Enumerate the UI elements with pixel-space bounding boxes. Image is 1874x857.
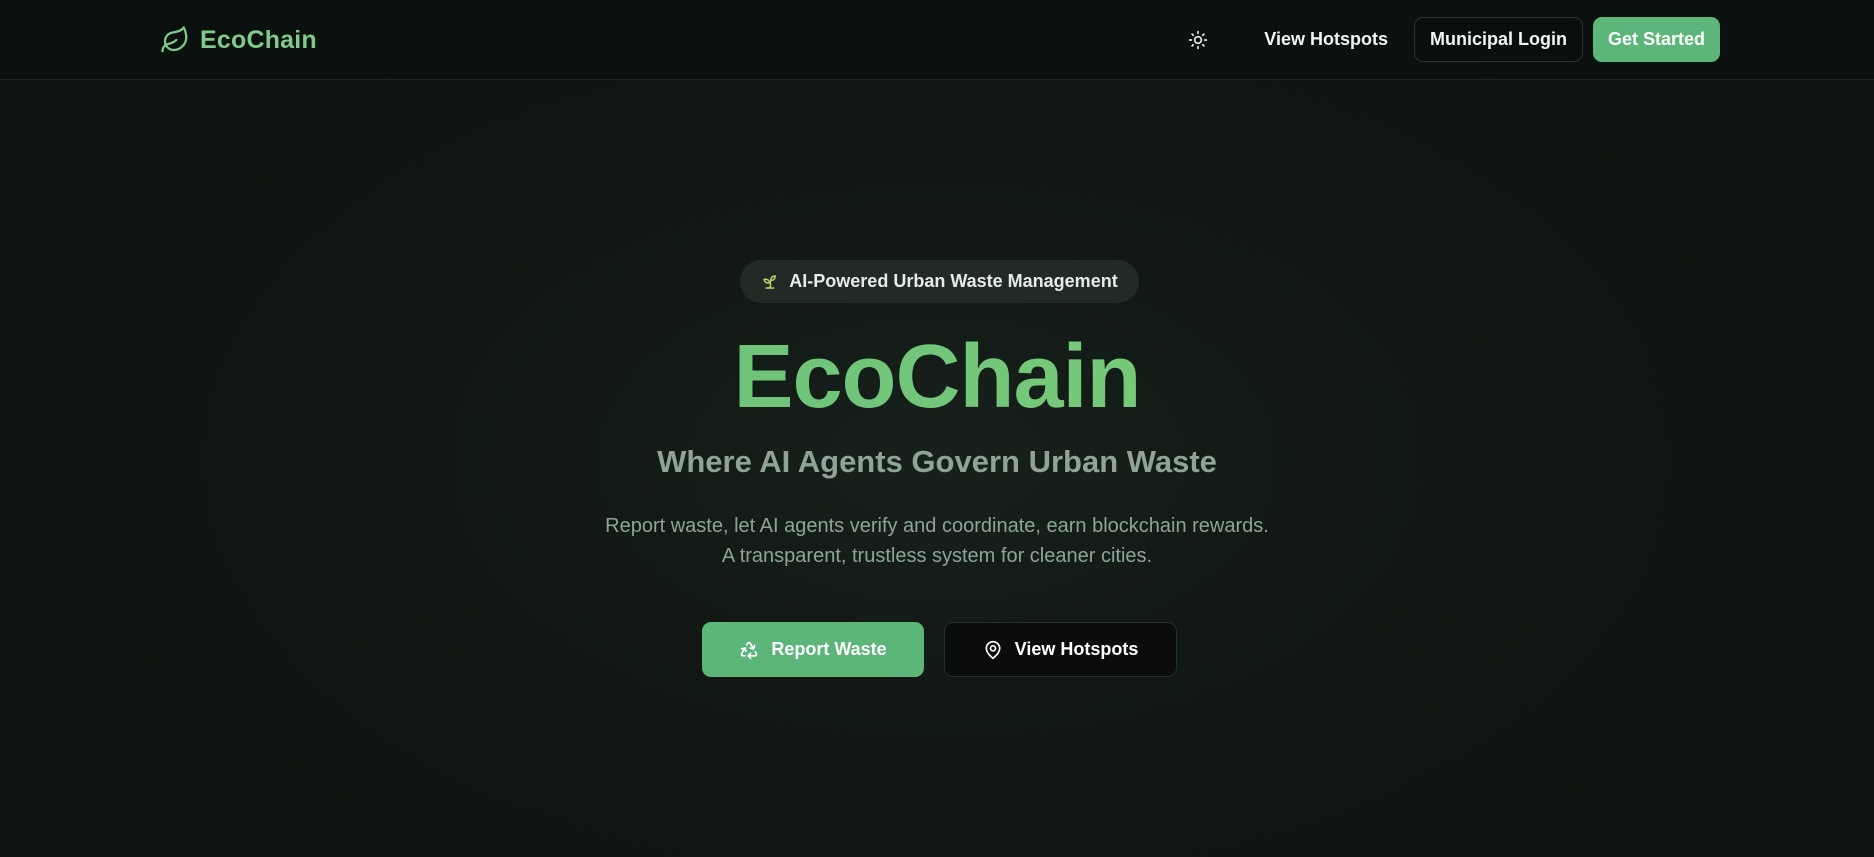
- report-waste-label: Report Waste: [771, 639, 887, 659]
- sprout-icon: [763, 274, 777, 289]
- leaf-icon: [161, 26, 188, 53]
- hero-actions: Report Waste View Hotspots: [702, 622, 1177, 677]
- landing-page: EcoChain View Hotspots Municipal Login G…: [0, 0, 1874, 857]
- municipal-login-button[interactable]: Municipal Login: [1413, 17, 1583, 62]
- hero-title: EcoChain: [0, 325, 1874, 430]
- brand-name: EcoChain: [200, 25, 317, 54]
- hero-description-line-2: A transparent, trustless system for clea…: [721, 545, 1153, 567]
- hero-description: Report waste, let AI agents verify and c…: [0, 511, 1874, 571]
- top-navbar: EcoChain View Hotspots Municipal Login G…: [0, 0, 1874, 80]
- hero-badge-text: AI-Powered Urban Waste Management: [789, 271, 1118, 291]
- nav-view-hotspots-link[interactable]: View Hotspots: [1248, 17, 1404, 62]
- nav-actions: View Hotspots Municipal Login Get Starte…: [1178, 17, 1720, 62]
- get-started-button[interactable]: Get Started: [1592, 17, 1720, 62]
- report-waste-button[interactable]: Report Waste: [702, 622, 924, 677]
- view-hotspots-button[interactable]: View Hotspots: [944, 622, 1177, 677]
- theme-toggle-button[interactable]: [1178, 20, 1218, 60]
- map-pin-icon: [985, 640, 1001, 659]
- hero-description-line-1: Report waste, let AI agents verify and c…: [605, 515, 1269, 537]
- brand-link[interactable]: EcoChain: [160, 22, 317, 58]
- sun-icon: [1189, 30, 1208, 49]
- hero-badge: AI-Powered Urban Waste Management: [740, 260, 1139, 303]
- hero-subtitle: Where AI Agents Govern Urban Waste: [657, 444, 1217, 479]
- recycle-icon: [740, 641, 758, 659]
- view-hotspots-label: View Hotspots: [1014, 639, 1139, 659]
